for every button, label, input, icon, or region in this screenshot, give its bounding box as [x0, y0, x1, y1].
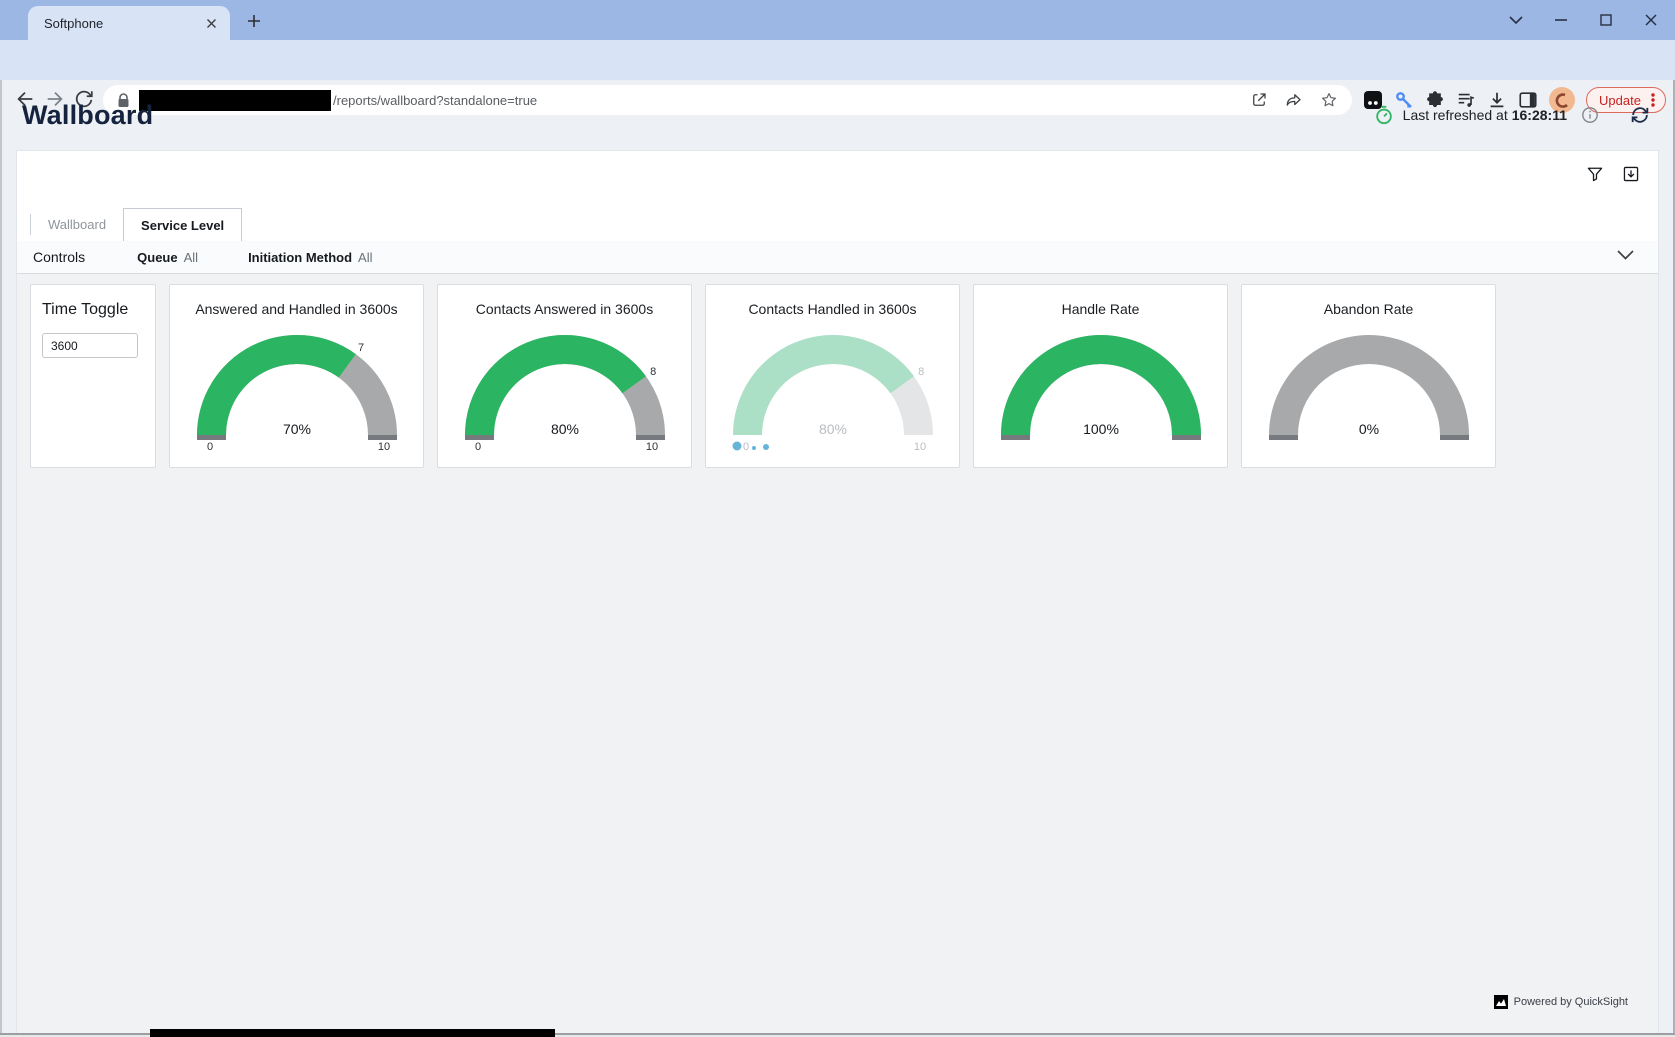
- gauge-card: Abandon Rate 0%: [1241, 284, 1496, 468]
- gauge-right-tick: [1172, 435, 1201, 440]
- gauge-card: Contacts Handled in 3600s 80% 0 10 8: [705, 284, 960, 468]
- controls-bar: Controls Queue All Initiation Method All: [17, 241, 1658, 274]
- time-toggle-input[interactable]: [42, 333, 138, 358]
- gauge-card: Handle Rate 100%: [973, 284, 1228, 468]
- dashboard-canvas: Time Toggle Answered and Handled in 3600…: [17, 274, 1658, 1033]
- gauge-value-label: 8: [918, 366, 924, 378]
- queue-filter-value[interactable]: All: [184, 250, 198, 265]
- controls-label: Controls: [33, 249, 85, 265]
- gauge-left-tick: [197, 435, 226, 440]
- gauge-percent-label: 80%: [550, 421, 578, 437]
- gauge-card: Answered and Handled in 3600s 70% 0 10 7: [169, 284, 424, 468]
- browser-toolbar: /reports/wallboard?standalone=true: [0, 40, 1675, 80]
- gauge-title: Contacts Handled in 3600s: [748, 285, 916, 321]
- gauge-row: Answered and Handled in 3600s 70% 0 10 7 Cont…: [169, 284, 1496, 468]
- window-close-icon[interactable]: [1628, 0, 1673, 40]
- sheet-tabs: Wallboard Service Level: [17, 208, 1658, 241]
- powered-by: Powered by QuickSight: [1494, 995, 1628, 1009]
- gauge-max-label: 10: [377, 441, 389, 453]
- gauge-title: Answered and Handled in 3600s: [195, 285, 397, 321]
- gauge-title: Contacts Answered in 3600s: [476, 285, 653, 321]
- gauge-max-label: 10: [913, 441, 925, 453]
- gauge-value-label: 8: [650, 366, 656, 378]
- dashboard-sheet: Wallboard Service Level Controls Queue A…: [16, 150, 1659, 1033]
- time-toggle-title: Time Toggle: [42, 301, 144, 319]
- gauge-left-tick: [1001, 435, 1030, 440]
- loading-dot: [763, 444, 769, 450]
- refresh-icon[interactable]: [1629, 104, 1651, 126]
- new-tab-icon[interactable]: [243, 10, 265, 32]
- gauge-chart: 70% 0 10 7: [180, 329, 414, 453]
- timer-icon: [1374, 105, 1394, 125]
- gauge-value-arc: [197, 335, 356, 435]
- tab-title: Softphone: [44, 16, 202, 31]
- gauge-title: Handle Rate: [1062, 285, 1140, 321]
- initiation-method-filter-value[interactable]: All: [358, 250, 372, 265]
- tab-service-level[interactable]: Service Level: [123, 208, 242, 241]
- window-maximize-icon[interactable]: [1583, 0, 1628, 40]
- window-frame-left: [0, 80, 2, 1037]
- gauge-chart: 80% 0 10 8: [448, 329, 682, 453]
- gauge-min-label: 0: [742, 441, 748, 453]
- controls-collapse-chevron-icon[interactable]: [1617, 250, 1634, 260]
- gauge-right-tick: [636, 435, 665, 440]
- gauge-percent-label: 70%: [282, 421, 310, 437]
- gauge-percent-label: 100%: [1083, 421, 1119, 437]
- gauge-chart: 0%: [1252, 329, 1486, 453]
- last-refreshed-prefix: Last refreshed at: [1403, 107, 1508, 123]
- gauge-track-arc: [1269, 335, 1469, 435]
- loading-dot: [752, 446, 756, 450]
- gauge-right-tick: [368, 435, 397, 440]
- gauge-left-tick: [1269, 435, 1298, 440]
- gauge-chart: 80% 0 10 8: [716, 329, 950, 453]
- gauge-title: Abandon Rate: [1324, 285, 1414, 321]
- browser-tab[interactable]: Softphone: [28, 6, 230, 40]
- sheet-toolbar: [17, 151, 1658, 208]
- gauge-percent-label: 80%: [818, 421, 846, 437]
- tab-close-icon[interactable]: [202, 14, 220, 32]
- initiation-method-filter[interactable]: Initiation Method All: [248, 250, 372, 265]
- gauge-left-tick: [465, 435, 494, 440]
- time-toggle-card: Time Toggle: [30, 284, 156, 468]
- gauge-value-label: 7: [358, 342, 364, 354]
- initiation-method-filter-label: Initiation Method: [248, 250, 352, 265]
- browser-titlebar: Softphone: [0, 0, 1675, 40]
- queue-filter-label: Queue: [137, 250, 177, 265]
- filter-icon[interactable]: [1584, 163, 1606, 185]
- gauge-min-label: 0: [474, 441, 480, 453]
- tab-wallboard[interactable]: Wallboard: [31, 208, 123, 241]
- loading-dot: [732, 442, 741, 451]
- last-refreshed-time: 16:28:11: [1512, 107, 1567, 123]
- info-icon[interactable]: [1581, 106, 1599, 124]
- page-title: Wallboard: [22, 100, 153, 131]
- redacted-bottom-bar: [150, 1029, 555, 1037]
- quicksight-logo-icon: [1494, 995, 1508, 1009]
- gauge-percent-label: 0%: [1358, 421, 1378, 437]
- gauge-chart: 100%: [984, 329, 1218, 453]
- window-chevron-icon[interactable]: [1493, 0, 1538, 40]
- last-refreshed-text: Last refreshed at16:28:11: [1403, 107, 1567, 123]
- gauge-card: Contacts Answered in 3600s 80% 0 10 8: [437, 284, 692, 468]
- gauge-value-arc: [733, 335, 914, 435]
- gauge-min-label: 0: [206, 441, 212, 453]
- export-icon[interactable]: [1620, 163, 1642, 185]
- gauge-max-label: 10: [645, 441, 657, 453]
- page-header: Wallboard Last refreshed at16:28:11: [0, 80, 1675, 150]
- gauge-right-tick: [1440, 435, 1469, 440]
- gauge-value-arc: [1001, 335, 1201, 435]
- window-minimize-icon[interactable]: [1538, 0, 1583, 40]
- gauge-value-arc: [465, 335, 646, 435]
- queue-filter[interactable]: Queue All: [137, 250, 198, 265]
- powered-by-text: Powered by QuickSight: [1514, 996, 1628, 1008]
